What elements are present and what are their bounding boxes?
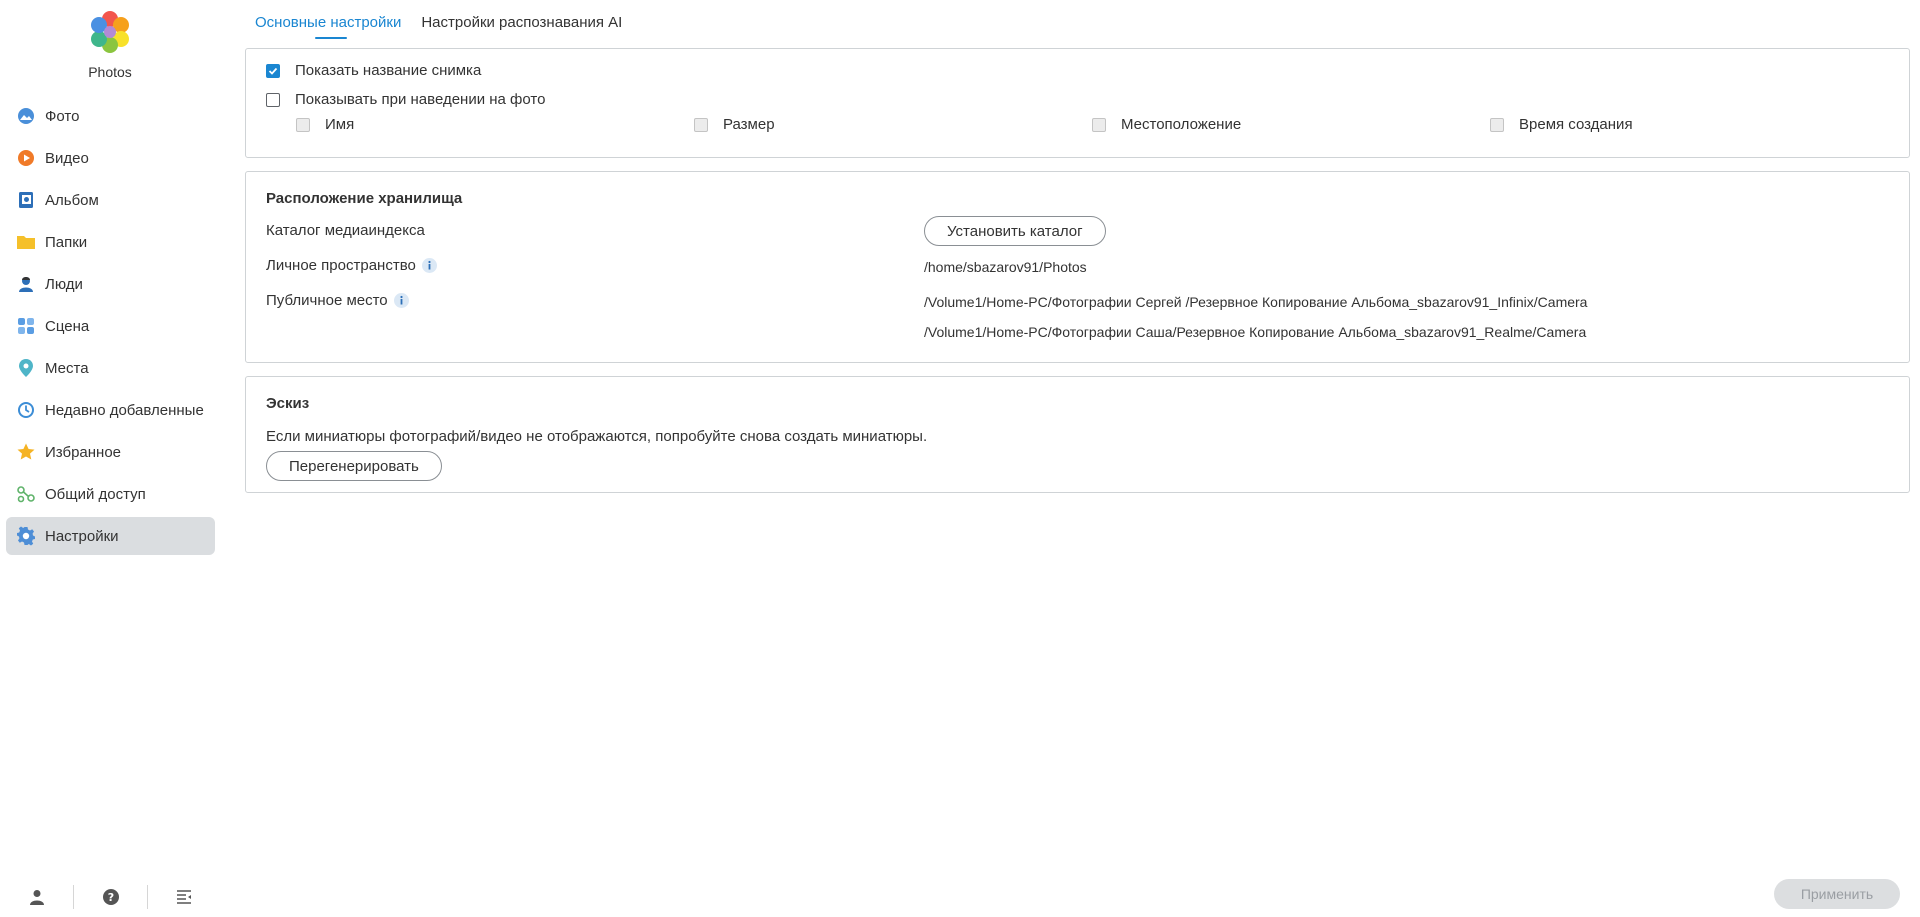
sidebar-nav: Фото Видео Альбом Папки Люди Сцена Места…: [6, 97, 215, 559]
scene-icon: [16, 316, 36, 336]
user-button[interactable]: [0, 885, 73, 909]
sidebar-item-label: Места: [45, 359, 89, 377]
public-path-1: /Volume1/Home-PC/Фотографии Сергей /Резе…: [924, 294, 1588, 310]
sidebar-item-people[interactable]: Люди: [6, 265, 215, 303]
regenerate-button[interactable]: Перегенерировать: [266, 451, 442, 481]
gear-icon: [16, 526, 36, 546]
thumbnail-panel: Эскиз Если миниатюры фотографий/видео не…: [245, 376, 1910, 493]
sidebar-item-scene[interactable]: Сцена: [6, 307, 215, 345]
collapse-menu-button[interactable]: [146, 885, 220, 909]
sidebar-item-label: Недавно добавленные: [45, 401, 204, 419]
info-icon[interactable]: [421, 257, 438, 274]
thumbnail-description: Если миниатюры фотографий/видео не отобр…: [266, 428, 928, 445]
sidebar-item-recent[interactable]: Недавно добавленные: [6, 391, 215, 429]
sidebar-item-label: Альбом: [45, 191, 99, 209]
hover-option-location[interactable]: Местоположение: [1092, 116, 1241, 133]
album-icon: [16, 190, 36, 210]
personal-space-path: /home/sbazarov91/Photos: [924, 259, 1087, 275]
show-title-label: Показать название снимка: [295, 62, 482, 79]
sidebar: Photos Фото Видео Альбом Папки Люди Сцен…: [0, 0, 220, 917]
display-settings-panel: Показать название снимка Показывать при …: [245, 48, 1910, 158]
thumbnail-title: Эскиз: [266, 395, 310, 412]
share-icon: [16, 484, 36, 504]
sidebar-item-label: Папки: [45, 233, 88, 251]
sidebar-item-favorites[interactable]: Избранное: [6, 433, 215, 471]
show-title-checkbox[interactable]: [266, 63, 280, 78]
sidebar-item-label: Настройки: [45, 527, 119, 545]
sidebar-item-places[interactable]: Места: [6, 349, 215, 387]
tab-ai-recognition-settings[interactable]: Настройки распознавания AI: [421, 14, 622, 39]
show-on-hover-checkbox[interactable]: [266, 92, 280, 107]
sidebar-item-album[interactable]: Альбом: [6, 181, 215, 219]
app-name: Photos: [88, 64, 132, 80]
hover-size-checkbox[interactable]: [694, 117, 708, 132]
hover-location-label: Местоположение: [1121, 116, 1242, 133]
apply-button[interactable]: Применить: [1774, 879, 1900, 909]
clock-icon: [16, 400, 36, 420]
help-icon: ?: [102, 889, 119, 905]
hover-option-size[interactable]: Размер: [694, 116, 775, 133]
show-on-hover-label: Показывать при наведении на фото: [295, 91, 546, 108]
sidebar-footer: ?: [0, 877, 220, 917]
public-place-label: Публичное место: [266, 292, 388, 309]
hover-option-name[interactable]: Имя: [296, 116, 354, 133]
sidebar-item-label: Люди: [45, 275, 83, 293]
sidebar-item-folders[interactable]: Папки: [6, 223, 215, 261]
help-button[interactable]: ?: [73, 885, 146, 909]
sidebar-item-label: Общий доступ: [45, 485, 146, 503]
hover-name-checkbox[interactable]: [296, 117, 310, 132]
media-index-label: Каталог медиаиндекса: [266, 222, 425, 239]
checkmark-icon: [268, 67, 278, 75]
app-root: Photos Фото Видео Альбом Папки Люди Сцен…: [0, 0, 1920, 917]
show-on-hover-option[interactable]: Показывать при наведении на фото: [266, 91, 545, 108]
show-title-option[interactable]: Показать название снимка: [266, 62, 481, 79]
app-logo-block: Photos: [0, 8, 220, 80]
hover-created-time-checkbox[interactable]: [1490, 117, 1504, 132]
svg-text:?: ?: [107, 891, 113, 904]
sidebar-item-label: Видео: [45, 149, 89, 167]
video-icon: [16, 148, 36, 168]
hover-option-created-time[interactable]: Время создания: [1490, 116, 1633, 133]
storage-title: Расположение хранилища: [266, 190, 463, 207]
public-path-2: /Volume1/Home-PC/Фотографии Саша/Резервн…: [924, 324, 1587, 340]
sidebar-item-label: Сцена: [45, 317, 90, 335]
sidebar-item-label: Фото: [45, 107, 80, 125]
personal-space-row: Личное пространство: [266, 257, 438, 274]
info-icon[interactable]: [393, 292, 410, 309]
tab-bar: Основные настройки Настройки распознаван…: [255, 14, 622, 39]
star-icon: [16, 442, 36, 462]
folder-icon: [16, 232, 36, 252]
storage-location-panel: Расположение хранилища Каталог медиаинде…: [245, 171, 1910, 363]
hover-created-time-label: Время создания: [1519, 116, 1633, 133]
main-content: Основные настройки Настройки распознаван…: [245, 0, 1910, 917]
personal-space-label: Личное пространство: [266, 257, 416, 274]
person-icon: [16, 274, 36, 294]
user-icon: [29, 890, 44, 905]
photos-logo-icon: [91, 11, 129, 53]
set-catalog-button[interactable]: Установить каталог: [924, 216, 1106, 246]
photo-icon: [16, 106, 36, 126]
public-place-row: Публичное место: [266, 292, 410, 309]
hover-size-label: Размер: [723, 116, 775, 133]
location-pin-icon: [16, 358, 36, 378]
sidebar-item-sharing[interactable]: Общий доступ: [6, 475, 215, 513]
collapse-menu-icon: [176, 890, 191, 904]
sidebar-item-settings[interactable]: Настройки: [6, 517, 215, 555]
tab-basic-settings[interactable]: Основные настройки: [255, 14, 401, 39]
sidebar-item-video[interactable]: Видео: [6, 139, 215, 177]
sidebar-item-label: Избранное: [45, 443, 122, 461]
hover-location-checkbox[interactable]: [1092, 117, 1106, 132]
hover-name-label: Имя: [325, 116, 355, 133]
sidebar-item-photo[interactable]: Фото: [6, 97, 215, 135]
